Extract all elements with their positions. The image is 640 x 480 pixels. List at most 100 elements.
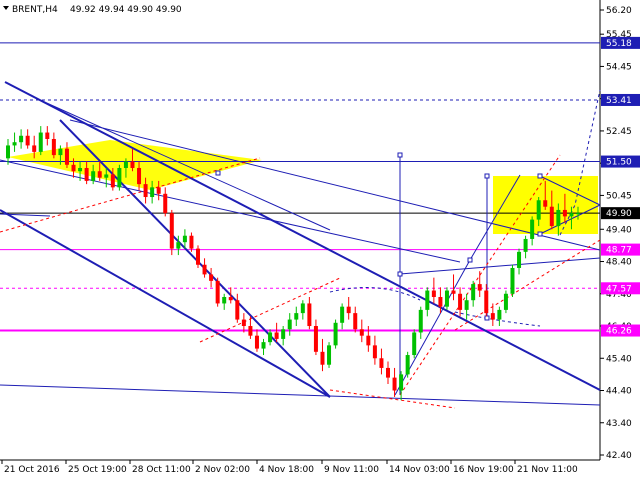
chart-background <box>0 0 640 480</box>
candle-body <box>104 174 109 178</box>
candle-body <box>372 345 377 359</box>
candle-body <box>143 184 148 198</box>
level-price-label: 48.77 <box>606 246 632 256</box>
x-tick-label: 4 Nov 18:00 <box>259 465 314 475</box>
level-price-label: 49.90 <box>606 209 632 219</box>
candle-body <box>471 284 476 301</box>
candle-body <box>84 168 89 181</box>
candle-body <box>464 300 469 310</box>
candle-body <box>215 280 220 304</box>
candle-body <box>71 164 76 172</box>
candle-body <box>189 235 194 249</box>
candle-body <box>549 206 554 227</box>
candle-body <box>405 355 410 375</box>
anchor-point <box>537 173 543 179</box>
candle-body <box>510 267 515 294</box>
candle-body <box>64 148 69 165</box>
candle-body <box>156 187 161 194</box>
candle-body <box>497 309 502 320</box>
candle-body <box>346 306 351 314</box>
candle-body <box>320 351 325 365</box>
candle-body <box>366 335 371 346</box>
candle-body <box>91 171 96 181</box>
candle-body <box>176 242 181 249</box>
candle-body <box>576 213 580 215</box>
candle-body <box>294 313 299 320</box>
x-tick-label: 2 Nov 02:00 <box>195 465 250 475</box>
candle-body <box>353 313 358 330</box>
candle-body <box>392 377 397 391</box>
candle-body <box>327 345 332 365</box>
candle-body <box>340 306 345 323</box>
y-tick-label: 42.40 <box>606 451 632 461</box>
candle-body <box>117 168 122 188</box>
x-tick-label: 21 Oct 2016 <box>4 465 60 475</box>
candle-body <box>386 367 390 378</box>
candle-body <box>451 290 456 294</box>
candle-body <box>503 293 508 310</box>
candle-body <box>78 168 83 172</box>
y-tick-label: 44.40 <box>606 387 632 397</box>
y-tick-label: 54.45 <box>606 62 632 72</box>
candle-body <box>248 326 253 336</box>
candle-body <box>444 290 449 307</box>
price-chart[interactable]: 56.2055.4554.4553.4552.4551.4550.4549.40… <box>0 0 640 480</box>
level-price-label: 46.26 <box>606 327 632 337</box>
candle-body <box>130 161 135 169</box>
candle-body <box>261 342 266 349</box>
candle-body <box>137 168 142 185</box>
y-tick-label: 43.40 <box>606 419 632 429</box>
candle-body <box>530 219 535 239</box>
y-tick-label: 49.40 <box>606 225 632 235</box>
candle-body <box>431 290 436 297</box>
candle-body <box>150 187 155 198</box>
anchor-point <box>537 231 543 237</box>
candle-body <box>123 161 128 169</box>
candle-body <box>196 248 200 265</box>
candle-body <box>12 142 17 146</box>
candle-body <box>38 132 43 152</box>
candle-body <box>163 193 168 214</box>
ohlc-values: 49.92 49.94 49.90 49.90 <box>70 5 182 15</box>
candle-body <box>58 148 63 156</box>
candle-body <box>300 303 305 314</box>
candle-body <box>399 374 404 391</box>
candle-body <box>19 135 24 143</box>
candle-body <box>182 235 187 243</box>
x-tick-label: 14 Nov 03:00 <box>389 465 450 475</box>
candle-body <box>169 213 174 249</box>
candle-body <box>32 145 37 152</box>
candle-body <box>274 332 279 339</box>
candle-body <box>425 290 430 310</box>
x-tick-label: 25 Oct 19:00 <box>68 465 127 475</box>
candle-body <box>209 274 214 281</box>
anchor-point <box>215 170 221 176</box>
candle-body <box>287 319 292 330</box>
y-tick-label: 50.45 <box>606 191 632 201</box>
candle-body <box>241 319 246 327</box>
candle-body <box>458 293 463 310</box>
candle-body <box>379 358 384 368</box>
candle-body <box>359 329 364 336</box>
candle-body <box>536 200 541 220</box>
candle-body <box>6 145 10 159</box>
candle-body <box>97 171 102 178</box>
anchor-point <box>397 152 403 158</box>
candle-body <box>523 238 528 252</box>
chart-header: BRENT,H4 49.92 49.94 49.90 49.90 <box>3 5 182 15</box>
candle-body <box>484 290 489 314</box>
anchor-point <box>484 315 490 321</box>
candle-body <box>222 296 227 304</box>
candle-body <box>543 200 548 207</box>
candle-body <box>281 329 286 339</box>
x-tick-label: 21 Nov 11:00 <box>517 465 578 475</box>
candle-body <box>562 209 567 217</box>
candle-body <box>313 326 318 352</box>
anchor-point <box>484 173 490 179</box>
y-tick-label: 48.40 <box>606 258 632 268</box>
x-tick-label: 16 Nov 19:00 <box>453 465 514 475</box>
level-price-label: 55.18 <box>606 39 632 49</box>
anchor-point <box>397 271 403 277</box>
candle-body <box>51 138 56 156</box>
candle-body <box>412 332 417 356</box>
